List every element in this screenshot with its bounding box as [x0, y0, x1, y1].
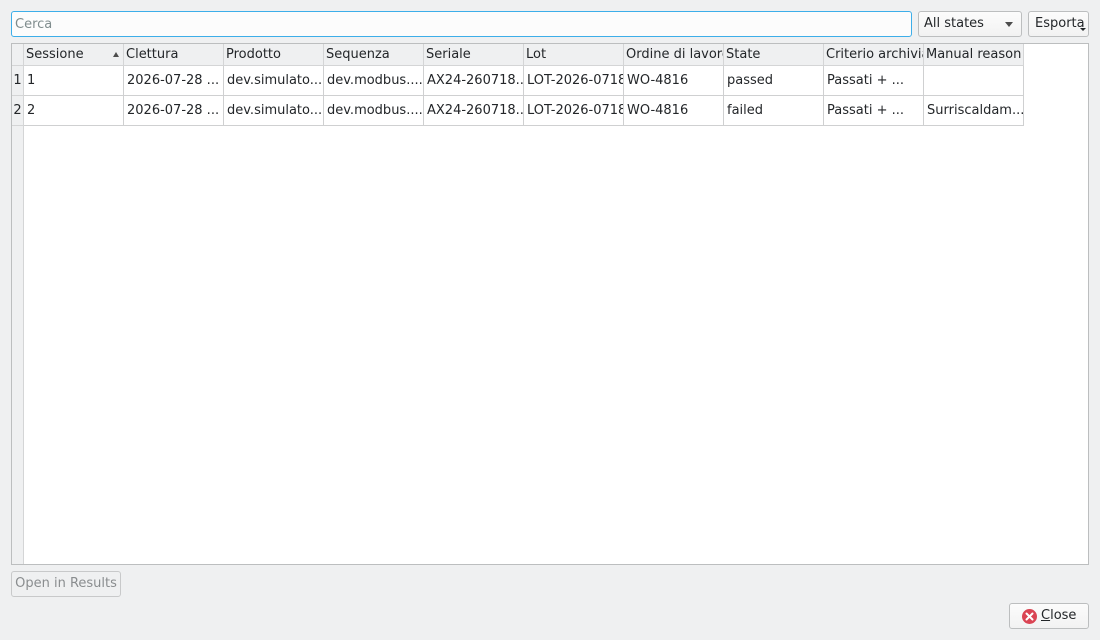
cell-state[interactable]: failed [724, 96, 824, 126]
column-header-label: Lot [526, 47, 547, 62]
open-in-results-label: Open in Results [15, 576, 117, 591]
column-header-ordine[interactable]: Ordine di lavoro [624, 44, 724, 66]
column-header-label: Manual reason [926, 47, 1022, 62]
column-header-seriale[interactable]: Seriale [424, 44, 524, 66]
cell-sequenza[interactable]: dev.modbus.... [324, 96, 424, 126]
cell-sessione[interactable]: 2 [24, 96, 124, 126]
column-header-prodotto[interactable]: Prodotto [224, 44, 324, 66]
open-in-results-button[interactable]: Open in Results [11, 571, 121, 597]
cell-sessione[interactable]: 1 [24, 66, 124, 96]
column-header-label: Seriale [426, 47, 471, 62]
search-input[interactable] [11, 11, 912, 37]
cell-clettura[interactable]: 2026-07-28 ... [124, 66, 224, 96]
export-button[interactable]: Esporta [1028, 11, 1089, 37]
sort-ascending-icon [113, 52, 119, 57]
cell-ordine[interactable]: WO-4816 [624, 96, 724, 126]
close-button-label: Close [1041, 608, 1077, 623]
column-header-label: Clettura [126, 47, 179, 62]
close-icon [1022, 609, 1037, 624]
cell-clettura[interactable]: 2026-07-28 ... [124, 96, 224, 126]
column-header-lot[interactable]: Lot [524, 44, 624, 66]
export-button-label: Esporta [1035, 16, 1085, 31]
cell-seriale[interactable]: AX24-260718... [424, 66, 524, 96]
column-header-sequenza[interactable]: Sequenza [324, 44, 424, 66]
column-header-label: State [726, 47, 761, 62]
chevron-down-icon [1005, 22, 1013, 27]
cell-lot[interactable]: LOT-2026-0718 [524, 66, 624, 96]
sessions-table[interactable]: Sessione Clettura Prodotto Sequenza Seriale L… [11, 43, 1089, 565]
row-number[interactable]: 1 [12, 66, 24, 96]
column-header-label: Sequenza [326, 47, 390, 62]
cell-seriale[interactable]: AX24-260718... [424, 96, 524, 126]
state-filter-select[interactable]: All states [918, 11, 1022, 37]
cell-manual_reason[interactable]: Surriscaldam... [924, 96, 1024, 126]
state-filter-value: All states [924, 16, 984, 31]
column-header-label: Criterio archivia [826, 47, 924, 62]
table-row[interactable]: 2 2 2026-07-28 ... dev.simulato... dev.modbu… [12, 96, 1024, 126]
cell-prodotto[interactable]: dev.simulato... [224, 96, 324, 126]
cell-lot[interactable]: LOT-2026-0718 [524, 96, 624, 126]
column-header-manual_reason[interactable]: Manual reason [924, 44, 1024, 66]
column-header-label: Prodotto [226, 47, 281, 62]
table-corner [12, 44, 24, 66]
column-header-label: Sessione [26, 47, 84, 62]
row-number[interactable]: 2 [12, 96, 24, 126]
column-header-label: Ordine di lavoro [626, 47, 724, 62]
column-header-clettura[interactable]: Clettura [124, 44, 224, 66]
cell-criterio[interactable]: Passati + ... [824, 96, 924, 126]
close-button[interactable]: Close [1009, 603, 1089, 629]
column-header-criterio[interactable]: Criterio archivia [824, 44, 924, 66]
column-header-sessione[interactable]: Sessione [24, 44, 124, 66]
cell-criterio[interactable]: Passati + ... [824, 66, 924, 96]
table-row[interactable]: 1 1 2026-07-28 ... dev.simulato... dev.modbu… [12, 66, 1024, 96]
cell-ordine[interactable]: WO-4816 [624, 66, 724, 96]
menu-arrow-icon [1080, 28, 1086, 31]
cell-prodotto[interactable]: dev.simulato... [224, 66, 324, 96]
cell-state[interactable]: passed [724, 66, 824, 96]
column-header-state[interactable]: State [724, 44, 824, 66]
cell-sequenza[interactable]: dev.modbus.... [324, 66, 424, 96]
cell-manual_reason[interactable] [924, 66, 1024, 96]
table-header: Sessione Clettura Prodotto Sequenza Seriale L… [24, 44, 1024, 66]
